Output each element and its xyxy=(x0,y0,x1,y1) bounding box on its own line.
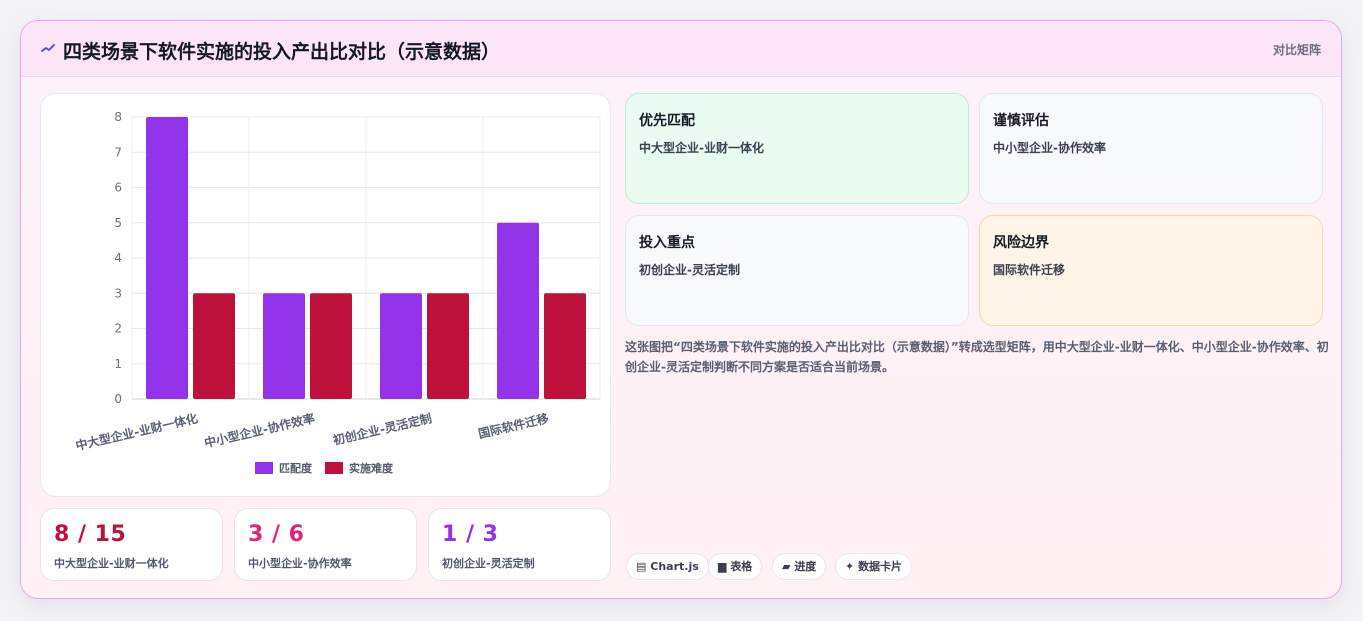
tile-risk-boundary: 风险边界 国际软件迁移 xyxy=(979,215,1323,326)
stat-card: 3 / 6 中小型企业-协作效率 xyxy=(234,508,417,581)
tag-data-card[interactable]: ✦ 数据卡片 xyxy=(835,553,913,580)
y-tick-label: 2 xyxy=(114,322,122,336)
y-tick-label: 0 xyxy=(114,392,122,406)
table-icon: ▆ xyxy=(718,560,727,573)
bar-difficulty xyxy=(310,293,352,399)
chart-icon: ▤ xyxy=(636,560,647,573)
sparkle-icon: ✦ xyxy=(845,560,855,573)
x-tick-label: 国际软件迁移 xyxy=(477,410,551,441)
tile-title: 风险边界 xyxy=(993,235,1049,251)
tile-investment-focus: 投入重点 初创企业-灵活定制 xyxy=(625,215,969,326)
comparison-card: 四类场景下软件实施的投入产出比对比（示意数据） 对比矩阵 0 1 2 3 4 5 6 7 8 中大… xyxy=(20,20,1342,599)
legend-label: 匹配度 xyxy=(279,461,313,475)
tag-label: 进度 xyxy=(794,560,817,573)
tag-progress[interactable]: ▰ 进度 xyxy=(772,553,827,580)
tile-careful-evaluation: 谨慎评估 中小型企业-协作效率 xyxy=(979,93,1323,204)
y-tick-label: 6 xyxy=(114,181,122,195)
card-header: 四类场景下软件实施的投入产出比对比（示意数据） 对比矩阵 xyxy=(21,21,1341,77)
tile-text: 中大型企业-业财一体化 xyxy=(639,141,764,155)
bar-match xyxy=(146,117,188,399)
bar-chart: 0 1 2 3 4 5 6 7 8 中大型企业-业财一体化 中小型企业-协作效率 初创企业-灵活定制 国… xyxy=(74,110,601,475)
stat-card: 1 / 3 初创企业-灵活定制 xyxy=(428,508,611,581)
bar-difficulty xyxy=(544,293,586,399)
tag-chartjs[interactable]: ▤ Chart.js xyxy=(626,553,709,580)
legend-swatch xyxy=(255,462,273,474)
tag-table[interactable]: ▆ 表格 xyxy=(708,553,763,580)
bar-difficulty xyxy=(193,293,235,399)
stat-card: 8 / 15 中大型企业-业财一体化 xyxy=(40,508,223,581)
chart-panel: 0 1 2 3 4 5 6 7 8 中大型企业-业财一体化 中小型企业-协作效率 初创企业-灵活定制 国… xyxy=(40,93,611,497)
header-badge: 对比矩阵 xyxy=(1272,43,1321,57)
stat-value: 3 / 6 xyxy=(248,522,305,547)
stat-value: 1 / 3 xyxy=(442,522,499,547)
stat-label: 中大型企业-业财一体化 xyxy=(54,557,169,570)
tile-title: 谨慎评估 xyxy=(993,113,1049,129)
bar-match xyxy=(497,222,539,399)
tile-text: 中小型企业-协作效率 xyxy=(993,141,1106,155)
x-tick-label: 中大型企业-业财一体化 xyxy=(74,410,199,453)
legend-swatch xyxy=(325,462,343,474)
tile-text: 国际软件迁移 xyxy=(993,263,1066,277)
tile-title: 优先匹配 xyxy=(639,113,695,129)
stat-label: 初创企业-灵活定制 xyxy=(442,557,535,570)
legend-label: 实施难度 xyxy=(349,461,394,475)
tile-text: 初创企业-灵活定制 xyxy=(639,263,740,277)
chart-wave-icon xyxy=(41,44,55,52)
stat-value: 8 / 15 xyxy=(54,522,127,547)
page-title: 四类场景下软件实施的投入产出比对比（示意数据） xyxy=(63,41,501,63)
y-tick-label: 7 xyxy=(114,145,122,159)
y-tick-label: 8 xyxy=(114,110,122,124)
tile-title: 投入重点 xyxy=(639,235,695,251)
progress-icon: ▰ xyxy=(782,560,791,573)
bar-match xyxy=(380,293,422,399)
x-tick-label: 初创企业-灵活定制 xyxy=(331,410,433,447)
y-tick-label: 5 xyxy=(114,216,122,230)
bar-match xyxy=(263,293,305,399)
bar-difficulty xyxy=(427,293,469,399)
description-text: 这张图把“四类场景下软件实施的投入产出比对比（示意数据）”转成选型矩阵，用中大型… xyxy=(625,340,1329,374)
tile-priority-match: 优先匹配 中大型企业-业财一体化 xyxy=(625,93,969,204)
stat-label: 中小型企业-协作效率 xyxy=(248,557,352,570)
tag-label: 数据卡片 xyxy=(858,560,903,573)
tag-label: 表格 xyxy=(730,560,753,573)
y-tick-label: 3 xyxy=(114,286,122,300)
x-tick-label: 中小型企业-协作效率 xyxy=(203,410,316,450)
tag-label: Chart.js xyxy=(650,560,699,573)
y-tick-label: 4 xyxy=(114,251,122,265)
y-tick-label: 1 xyxy=(114,357,122,371)
